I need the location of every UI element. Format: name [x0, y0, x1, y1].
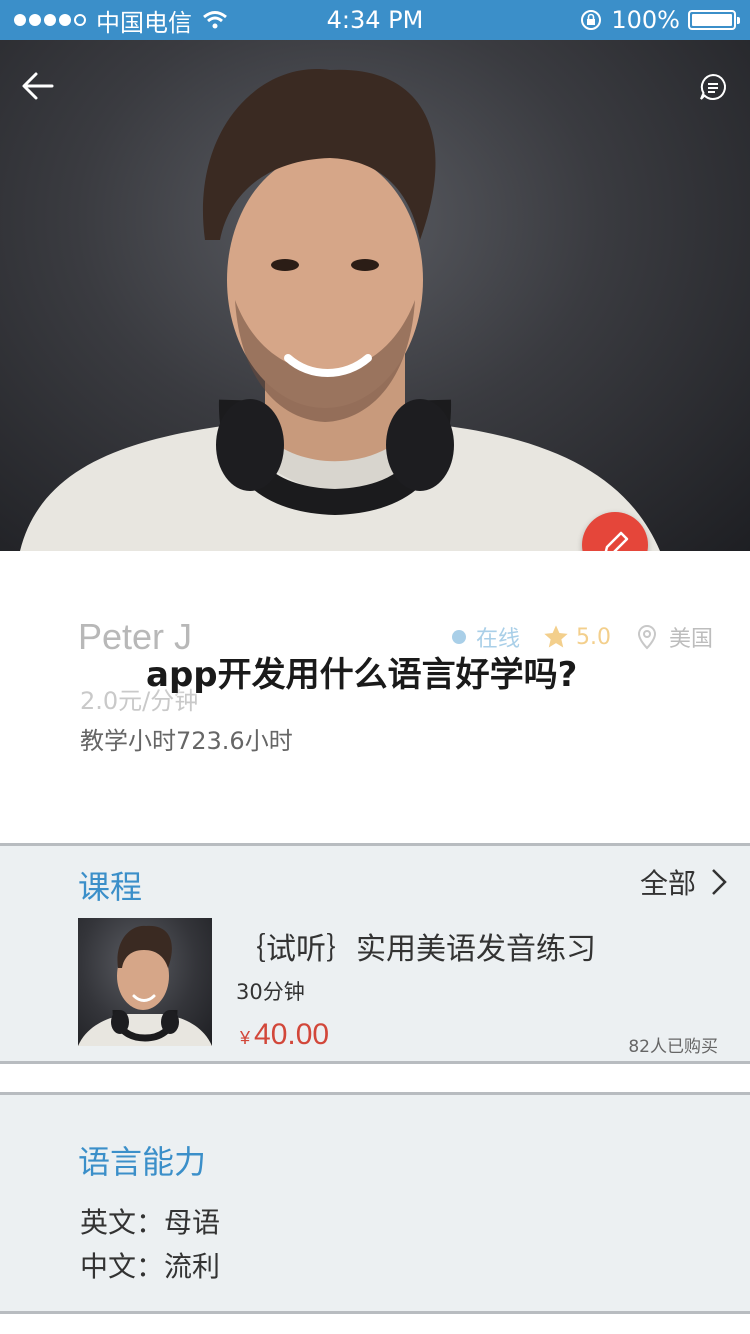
online-dot-icon [452, 630, 466, 644]
overlay-title: app开发用什么语言好学吗? [146, 655, 578, 695]
view-all-courses-button[interactable]: 全部 [640, 862, 728, 902]
section-gap [0, 1064, 750, 1092]
course-section-title: 课程 [78, 868, 143, 906]
message-icon [700, 73, 726, 100]
teacher-portrait-photo [0, 40, 750, 551]
back-arrow-icon [22, 72, 54, 100]
course-thumbnail-image [78, 925, 212, 1046]
country-label: 美国 [669, 627, 714, 652]
bottom-spacer [0, 1314, 750, 1334]
battery-percent: 100% [611, 6, 680, 34]
course-price: ¥40.00 [240, 1018, 329, 1052]
course-sold-count: 82人已购买 [628, 1037, 718, 1057]
language-english: 英文：母语 [80, 1206, 221, 1239]
battery-icon [688, 10, 740, 30]
language-section: 语言能力 英文：母语 中文：流利 [0, 1092, 750, 1314]
battery-fill [692, 14, 732, 26]
course-section: 课程 全部 ｛试听｝实用美语发音练习 30分钟 ¥40.00 82人已购买 [0, 843, 750, 1064]
portrait-illustration [20, 69, 660, 551]
status-bar: 中国电信 4:34 PM 100% [0, 0, 750, 40]
teaching-hours: 教学小时723.6小时 [80, 727, 293, 755]
course-title[interactable]: ｛试听｝实用美语发音练习 [236, 924, 596, 968]
course-price-value: 40.00 [254, 1018, 330, 1051]
language-section-title: 语言能力 [78, 1143, 207, 1181]
course-thumbnail[interactable] [78, 918, 212, 1046]
profile-info: Peter J 在线 5.0 美国 2.0元/分钟 教学小时723.6小时 ap… [0, 551, 750, 843]
back-button[interactable] [20, 68, 60, 108]
rating-value: 5.0 [576, 624, 612, 650]
language-chinese: 中文：流利 [80, 1250, 221, 1283]
message-button[interactable] [698, 72, 728, 102]
rotation-lock-icon [581, 10, 602, 30]
view-all-label: 全部 [639, 867, 696, 900]
currency-symbol: ¥ [240, 1028, 251, 1048]
course-duration: 30分钟 [236, 980, 305, 1004]
location-pin-icon [638, 624, 657, 650]
status-right: 100% [579, 0, 740, 40]
chevron-right-icon [712, 869, 727, 895]
